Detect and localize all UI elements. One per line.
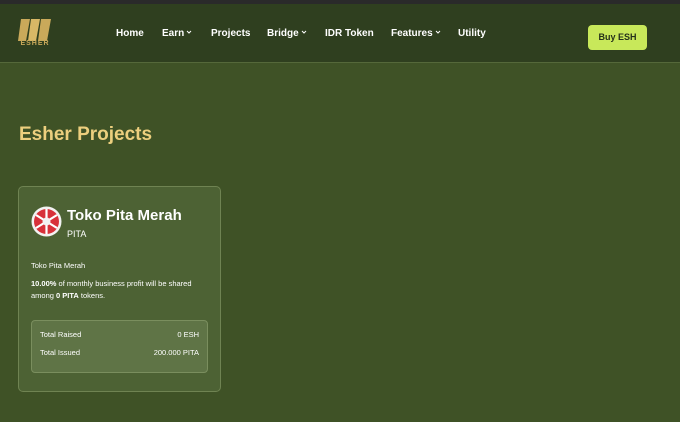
nav-bridge[interactable]: Bridge	[267, 28, 307, 39]
nav-home[interactable]: Home	[116, 28, 144, 39]
logo-text: ESHER	[20, 40, 50, 47]
nav-bridge-label: Bridge	[267, 28, 299, 39]
project-stats: Total Raised 0 ESH Total Issued 200.000 …	[31, 320, 208, 373]
nav-features-label: Features	[391, 28, 433, 39]
nav-idr-token-label: IDR Token	[325, 28, 374, 39]
share-percent: 10.00%	[31, 279, 57, 288]
total-issued-value: 200.000 PITA	[153, 348, 199, 357]
chevron-down-icon	[186, 30, 192, 34]
navbar: ESHER Home Earn Projects Bridge IDR Toke…	[0, 4, 680, 63]
page-title: Esher Projects	[19, 124, 153, 145]
project-description: Toko Pita Merah	[31, 261, 86, 270]
project-profit-share: 10.00% of monthly business profit will b…	[31, 278, 216, 302]
buy-esh-button[interactable]: Buy ESH	[588, 25, 647, 50]
project-symbol: PITA	[67, 229, 87, 239]
share-text-end: tokens.	[78, 291, 106, 300]
nav-features[interactable]: Features	[391, 28, 441, 39]
nav-utility[interactable]: Utility	[458, 28, 486, 39]
esher-logo-icon[interactable]	[18, 15, 52, 53]
chevron-down-icon	[301, 30, 307, 34]
total-issued-label: Total Issued	[40, 348, 81, 357]
project-avatar-icon	[31, 206, 62, 237]
project-name: Toko Pita Merah	[67, 207, 182, 224]
nav-utility-label: Utility	[458, 28, 486, 39]
project-card[interactable]: Toko Pita Merah PITA Toko Pita Merah 10.…	[18, 186, 221, 392]
chevron-down-icon	[435, 30, 441, 34]
nav-idr-token[interactable]: IDR Token	[325, 28, 374, 39]
nav-home-label: Home	[116, 28, 144, 39]
total-raised-value: 0 ESH	[177, 330, 199, 339]
nav-projects-label: Projects	[211, 28, 251, 39]
stat-total-raised: Total Raised 0 ESH	[40, 330, 199, 339]
total-raised-label: Total Raised	[40, 330, 82, 339]
stat-total-issued: Total Issued 200.000 PITA	[40, 348, 199, 357]
nav-earn-label: Earn	[162, 28, 185, 39]
share-tokens: 0 PITA	[56, 291, 79, 300]
nav-projects[interactable]: Projects	[211, 28, 250, 39]
nav-earn[interactable]: Earn	[162, 28, 192, 39]
